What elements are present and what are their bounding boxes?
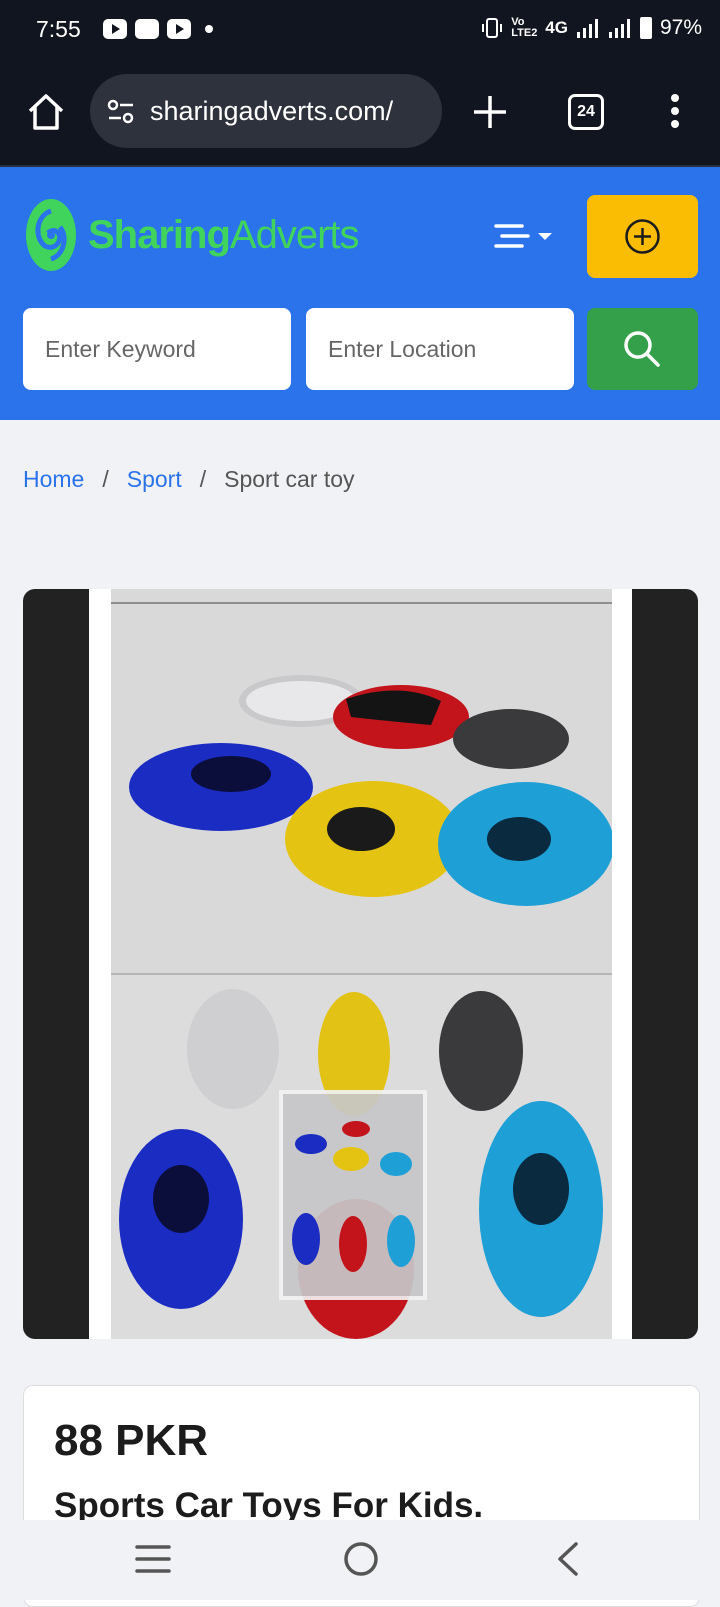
home-icon[interactable] bbox=[26, 92, 66, 132]
system-nav-bar bbox=[0, 1520, 720, 1600]
url-text: sharingadverts.com/ bbox=[150, 96, 394, 126]
status-right: Vo LTE2 4G 97% bbox=[481, 16, 702, 40]
search-button[interactable] bbox=[587, 308, 698, 390]
back-icon[interactable] bbox=[552, 1540, 582, 1578]
youtube-notification-icon-2 bbox=[167, 19, 191, 39]
messages-notification-icon bbox=[135, 19, 159, 39]
volte-label: Vo LTE2 bbox=[511, 16, 538, 39]
breadcrumb-category[interactable]: Sport bbox=[127, 466, 182, 493]
network-type: 4G bbox=[545, 18, 568, 37]
listing-gallery[interactable] bbox=[23, 589, 698, 1339]
battery-icon bbox=[639, 17, 652, 39]
youtube-notification-icon bbox=[103, 19, 127, 39]
plus-circle-icon bbox=[625, 219, 660, 254]
signal-icon bbox=[576, 19, 598, 38]
toy-cars-photo bbox=[111, 589, 612, 1339]
site-header: SharingAdverts bbox=[0, 167, 720, 420]
status-bar: 7:55 Vo LTE2 4G 97% bbox=[0, 0, 720, 62]
breadcrumb-separator: / bbox=[102, 466, 109, 492]
vibrate-icon bbox=[482, 18, 503, 38]
logo-mark-icon bbox=[26, 199, 76, 271]
home-circle-icon[interactable] bbox=[342, 1540, 380, 1578]
logo-text-secondary: Adverts bbox=[229, 212, 360, 257]
location-input[interactable] bbox=[306, 308, 574, 390]
post-ad-button[interactable] bbox=[587, 195, 698, 278]
notification-icons bbox=[103, 19, 213, 39]
tab-switcher-button[interactable]: 24 bbox=[568, 94, 604, 130]
listing-price: 88 PKR bbox=[54, 1416, 209, 1465]
browser-toolbar: sharingadverts.com/ 24 bbox=[0, 62, 720, 167]
breadcrumb-home[interactable]: Home bbox=[23, 466, 84, 493]
logo-text-primary: Sharing bbox=[88, 212, 231, 257]
new-tab-plus-icon[interactable] bbox=[470, 92, 510, 132]
address-bar[interactable]: sharingadverts.com/ bbox=[90, 74, 442, 148]
site-settings-icon[interactable] bbox=[106, 98, 136, 126]
nav-menu-toggle[interactable] bbox=[494, 221, 558, 251]
breadcrumb: Home / Sport / Sport car toy bbox=[23, 466, 355, 493]
search-icon bbox=[624, 331, 660, 367]
breadcrumb-current: Sport car toy bbox=[224, 466, 355, 492]
breadcrumb-separator-2: / bbox=[199, 466, 207, 492]
status-time: 7:55 bbox=[36, 16, 81, 42]
keyword-input[interactable] bbox=[23, 308, 291, 390]
more-notifications-dot-icon bbox=[205, 25, 213, 33]
logo-text: SharingAdverts bbox=[88, 212, 360, 258]
listing-photo[interactable] bbox=[111, 589, 612, 1339]
signal-icon-2 bbox=[608, 19, 630, 38]
battery-percent: 97% bbox=[659, 16, 702, 39]
recents-icon[interactable] bbox=[135, 1542, 171, 1576]
site-logo[interactable]: SharingAdverts bbox=[24, 197, 360, 273]
more-vert-icon[interactable] bbox=[668, 93, 682, 129]
